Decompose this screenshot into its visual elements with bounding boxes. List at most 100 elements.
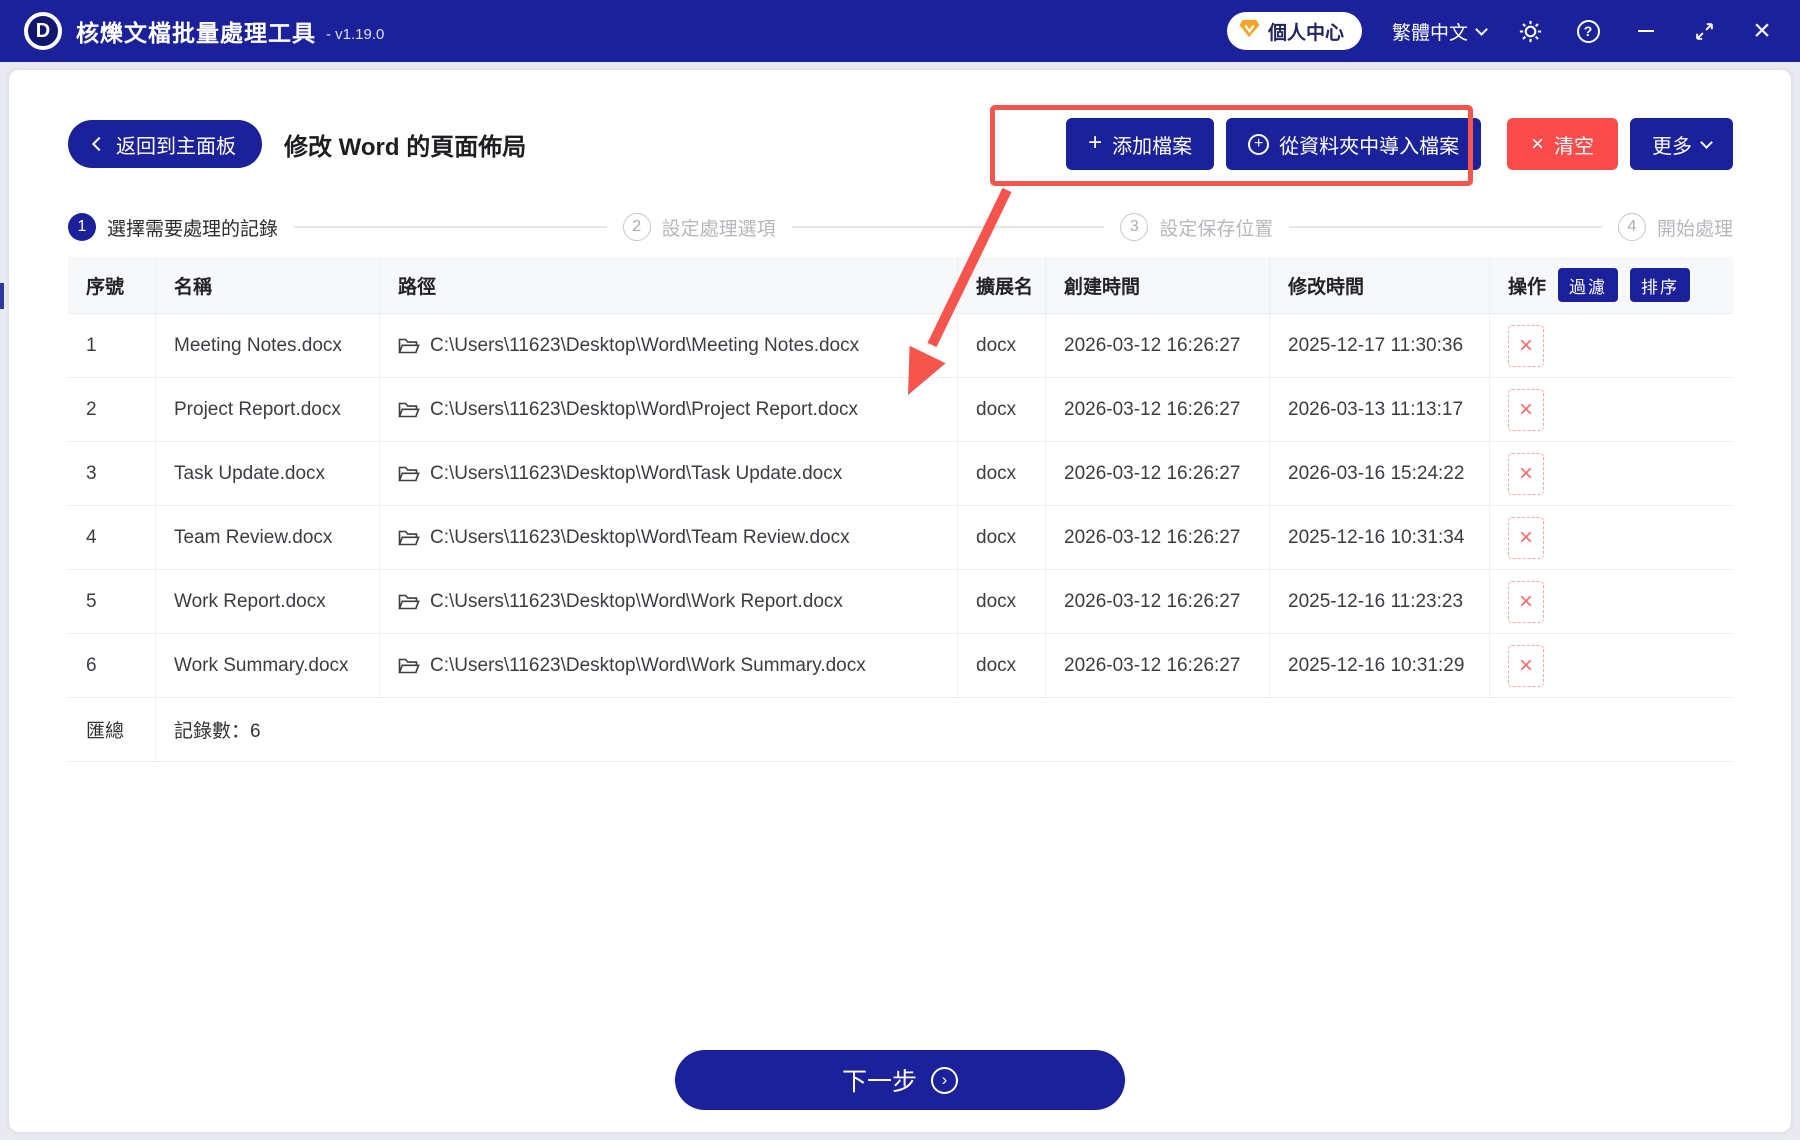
plus-icon: + [1088,129,1103,156]
file-name: Project Report.docx [156,378,380,441]
col-header-actions: 操作 過濾 排序 [1490,257,1733,313]
close-icon: × [1753,14,1771,47]
file-name: Task Update.docx [156,442,380,505]
table-header-row: 序號 名稱 路徑 擴展名 創建時間 修改時間 操作 過濾 排序 [68,257,1733,314]
maximize-button[interactable] [1690,17,1718,45]
step-2-label: 設定處理選項 [661,218,776,240]
file-path-text: C:\Users\11623\Desktop\Word\Work Summary… [430,654,866,676]
file-extension: docx [958,442,1046,505]
arrow-right-circle-icon: › [931,1066,958,1094]
modified-time: 2025-12-17 11:30:36 [1270,314,1490,377]
file-extension: docx [958,506,1046,569]
row-index: 1 [68,314,156,377]
delete-row-button[interactable]: × [1508,644,1544,687]
folder-icon [398,593,420,611]
chevron-down-icon [1700,135,1713,149]
header-actions: + 添加檔案 + 從資料夾中導入檔案 × 清空 更多 [1062,118,1733,170]
delete-row-button[interactable]: × [1508,324,1544,367]
step-3-label: 設定保存位置 [1159,218,1274,240]
logo-letter: D [35,19,51,42]
file-name: Meeting Notes.docx [156,314,380,377]
summary-row: 匯總 記錄數：6 [68,698,1733,762]
row-index: 3 [68,442,156,505]
file-extension: docx [958,378,1046,441]
created-time: 2026-03-12 16:26:27 [1046,442,1270,505]
file-path-text: C:\Users\11623\Desktop\Word\Work Report.… [430,590,843,612]
language-label: 繁體中文 [1391,22,1468,44]
modified-time: 2025-12-16 11:23:23 [1270,570,1490,633]
actions-header-label: 操作 [1508,276,1547,298]
row-index: 5 [68,570,156,633]
minimize-button[interactable] [1632,17,1660,45]
step-3: 3 設定保存位置 [1120,213,1273,241]
background-window-sliver [0,283,4,309]
app-logo: D [24,12,62,50]
add-files-label: 添加檔案 [1112,135,1193,158]
annotated-button-group: + 添加檔案 + 從資料夾中導入檔案 [1062,118,1485,170]
file-extension: docx [958,314,1046,377]
sort-button[interactable]: 排序 [1630,268,1691,302]
file-path: C:\Users\11623\Desktop\Word\Meeting Note… [380,314,958,377]
step-connector [1289,226,1602,228]
clear-label: 清空 [1554,135,1594,158]
vip-gem-icon [1239,19,1260,44]
next-step-button[interactable]: 下一步 › [675,1050,1125,1110]
step-2-circle: 2 [622,213,651,241]
file-extension: docx [958,570,1046,633]
col-header-index: 序號 [68,257,156,313]
titlebar: D 核爍文檔批量處理工具 - v1.19.0 個人中心 繁體中文 ? × [0,0,1800,62]
step-2: 2 設定處理選項 [622,213,776,241]
row-actions: × [1490,634,1733,697]
chevron-down-icon [1475,22,1488,36]
table-row: 1 Meeting Notes.docx C:\Users\11623\Deskto… [68,314,1733,378]
modified-time: 2025-12-16 10:31:34 [1270,506,1490,569]
delete-row-button[interactable]: × [1508,452,1544,495]
main-card: 返回到主面板 修改 Word 的頁面佈局 + 添加檔案 + 從資料夾中導入檔案 … [9,70,1791,1132]
folder-icon [398,337,420,355]
table-body: 1 Meeting Notes.docx C:\Users\11623\Deskto… [68,314,1733,698]
row-actions: × [1490,314,1733,377]
more-button[interactable]: 更多 [1630,118,1733,170]
step-1-circle: 1 [68,213,96,241]
modified-time: 2025-12-16 10:31:29 [1270,634,1490,697]
import-folder-label: 從資料夾中導入檔案 [1279,135,1460,158]
col-header-name: 名稱 [156,257,380,313]
file-path: C:\Users\11623\Desktop\Word\Work Report.… [380,570,958,633]
row-actions: × [1490,378,1733,441]
add-files-button[interactable]: + 添加檔案 [1066,118,1215,170]
folder-icon [398,465,420,483]
col-header-modified: 修改時間 [1270,257,1490,313]
help-icon[interactable]: ? [1574,17,1602,45]
back-to-dashboard-button[interactable]: 返回到主面板 [68,120,262,168]
file-path-text: C:\Users\11623\Desktop\Word\Project Repo… [430,398,859,420]
folder-icon [398,529,420,547]
row-index: 4 [68,506,156,569]
user-center-label: 個人中心 [1267,22,1344,44]
filter-button[interactable]: 過濾 [1558,268,1619,302]
language-selector[interactable]: 繁體中文 [1391,18,1488,45]
table-row: 4 Team Review.docx C:\Users\11623\Desktop\… [68,506,1733,570]
created-time: 2026-03-12 16:26:27 [1046,314,1270,377]
row-actions: × [1490,442,1733,505]
back-button-label: 返回到主面板 [116,135,236,158]
summary-value: 記錄數：6 [174,721,261,742]
next-step-label: 下一步 [841,1068,917,1096]
delete-row-button[interactable]: × [1508,580,1544,623]
settings-gear-icon[interactable] [1516,17,1544,45]
user-center-button[interactable]: 個人中心 [1226,12,1362,50]
file-path-text: C:\Users\11623\Desktop\Word\Team Review.… [430,526,850,548]
folder-icon [398,657,420,675]
import-from-folder-button[interactable]: + 從資料夾中導入檔案 [1226,118,1482,170]
file-path-text: C:\Users\11623\Desktop\Word\Meeting Note… [430,334,860,356]
file-name: Team Review.docx [156,506,380,569]
delete-row-button[interactable]: × [1508,516,1544,559]
close-button[interactable]: × [1748,14,1776,47]
step-indicator: 1 選擇需要處理的記錄 2 設定處理選項 3 設定保存位置 4 開始處理 [68,212,1733,242]
clear-button[interactable]: × 清空 [1507,118,1618,170]
delete-row-button[interactable]: × [1508,388,1544,431]
file-path: C:\Users\11623\Desktop\Word\Team Review.… [380,506,958,569]
table-row: 5 Work Report.docx C:\Users\11623\Desktop\… [68,570,1733,634]
row-actions: × [1490,570,1733,633]
folder-icon [398,401,420,419]
file-path: C:\Users\11623\Desktop\Word\Project Repo… [380,378,958,441]
